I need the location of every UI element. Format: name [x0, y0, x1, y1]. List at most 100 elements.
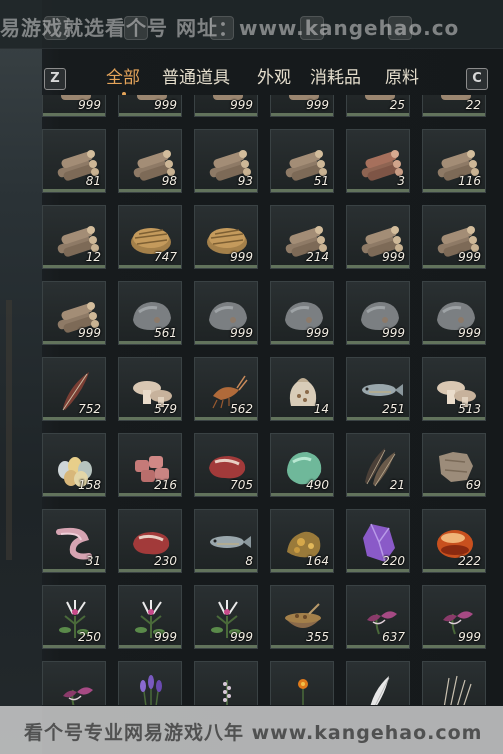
inventory-slot[interactable]: 490	[270, 433, 334, 497]
inventory-slot[interactable]: 216	[118, 433, 182, 497]
inventory-slot[interactable]: 220	[346, 509, 410, 573]
inventory-slot[interactable]: 999	[422, 281, 486, 345]
inventory-slot[interactable]: 22	[422, 95, 486, 117]
slot-quality-bar	[347, 645, 409, 648]
inventory-slot[interactable]: 999	[194, 95, 258, 117]
inventory-slot[interactable]: 8	[194, 509, 258, 573]
slot-quality-bar	[347, 341, 409, 344]
tab-consumables[interactable]: 消耗品	[310, 64, 361, 92]
inventory-slot[interactable]: 999	[42, 95, 106, 117]
slot-quality-bar	[271, 341, 333, 344]
inventory-slot[interactable]	[118, 661, 182, 705]
item-count: 116	[458, 174, 481, 188]
item-count: 230	[154, 554, 177, 568]
prev-tab-key[interactable]: Z	[44, 68, 66, 90]
inventory-slot[interactable]: 3	[346, 129, 410, 193]
slot-quality-bar	[43, 569, 105, 572]
slot-quality-bar	[271, 645, 333, 648]
item-count: 747	[154, 250, 177, 264]
inventory-slot[interactable]: 705	[194, 433, 258, 497]
inventory-slot[interactable]: 98	[118, 129, 182, 193]
inventory-slot[interactable]: 999	[422, 205, 486, 269]
inventory-slot[interactable]: 25	[346, 95, 410, 117]
slot-quality-bar	[195, 341, 257, 344]
tab-all[interactable]: 全部	[106, 64, 140, 92]
slot-quality-bar	[195, 569, 257, 572]
inventory-grid: 999 999 999 999 25 22 81 98 93 51 3 116 12 747 999 214 9…	[42, 95, 503, 705]
inventory-slot[interactable]: 14	[270, 357, 334, 421]
slot-quality-bar	[347, 493, 409, 496]
inventory-slot[interactable]: 251	[346, 357, 410, 421]
inventory-slot[interactable]: 999	[42, 281, 106, 345]
inventory-slot[interactable]: 999	[422, 585, 486, 649]
inventory-slot[interactable]: 999	[118, 95, 182, 117]
inventory-slot[interactable]: 250	[42, 585, 106, 649]
inventory-slot[interactable]: 21	[346, 433, 410, 497]
inventory-slot[interactable]: 222	[422, 509, 486, 573]
slot-quality-bar	[271, 417, 333, 420]
inventory-slot[interactable]	[194, 661, 258, 705]
item-count: 51	[313, 174, 329, 188]
lavender-icon	[140, 675, 162, 705]
slot-quality-bar	[43, 113, 105, 116]
inventory-slot[interactable]	[42, 661, 106, 705]
red-log-bundle-icon	[361, 150, 403, 181]
inventory-slot[interactable]: 999	[194, 281, 258, 345]
inventory-slot[interactable]: 637	[346, 585, 410, 649]
inventory-slot[interactable]: 513	[422, 357, 486, 421]
slot-quality-bar	[271, 493, 333, 496]
item-count: 164	[306, 554, 329, 568]
inventory-slot[interactable]: 214	[270, 205, 334, 269]
slot-quality-bar	[271, 569, 333, 572]
item-count: 8	[245, 554, 253, 568]
slot-quality-bar	[423, 189, 485, 192]
slot-quality-bar	[347, 569, 409, 572]
item-count: 999	[230, 250, 253, 264]
slot-quality-bar	[119, 113, 181, 116]
inventory-slot[interactable]: 116	[422, 129, 486, 193]
inventory-slot[interactable]: 51	[270, 129, 334, 193]
tab-appearance[interactable]: 外观	[257, 64, 291, 92]
inventory-slot[interactable]: 164	[270, 509, 334, 573]
item-count: 216	[154, 478, 177, 492]
inventory-slot[interactable]: 999	[270, 95, 334, 117]
inventory-slot[interactable]: 69	[422, 433, 486, 497]
inventory-slot[interactable]: 158	[42, 433, 106, 497]
inventory-slot[interactable]: 561	[118, 281, 182, 345]
inventory-slot[interactable]	[270, 661, 334, 705]
next-tab-key[interactable]: C	[466, 68, 488, 90]
item-count: 251	[382, 402, 405, 416]
inventory-slot[interactable]: 31	[42, 509, 106, 573]
inventory-slot[interactable]: 999	[270, 281, 334, 345]
item-count: 999	[382, 326, 405, 340]
inventory-slot[interactable]: 752	[42, 357, 106, 421]
inventory-slot[interactable]: 562	[194, 357, 258, 421]
inventory-slot[interactable]: 999	[346, 205, 410, 269]
item-count: 999	[458, 326, 481, 340]
item-count: 705	[230, 478, 253, 492]
slot-quality-bar	[423, 341, 485, 344]
slot-quality-bar	[119, 265, 181, 268]
item-count: 31	[85, 554, 101, 568]
inventory-slot[interactable]: 747	[118, 205, 182, 269]
tab-common-items[interactable]: 普通道具	[162, 64, 230, 92]
inventory-slot[interactable]: 230	[118, 509, 182, 573]
slot-quality-bar	[347, 417, 409, 420]
slot-quality-bar	[195, 265, 257, 268]
item-count: 3	[397, 174, 405, 188]
inventory-slot[interactable]: 355	[270, 585, 334, 649]
inventory-slot[interactable]: 12	[42, 205, 106, 269]
inventory-slot[interactable]: 999	[346, 281, 410, 345]
inventory-slot[interactable]	[422, 661, 486, 705]
inventory-slot[interactable]: 81	[42, 129, 106, 193]
inventory-slot[interactable]: 579	[118, 357, 182, 421]
inventory-slot[interactable]: 999	[194, 205, 258, 269]
inventory-slot[interactable]: 999	[118, 585, 182, 649]
inventory-slot[interactable]: 999	[194, 585, 258, 649]
item-count: 222	[458, 554, 481, 568]
tab-materials[interactable]: 原料	[385, 64, 419, 92]
inventory-slot[interactable]	[346, 661, 410, 705]
slot-quality-bar	[423, 265, 485, 268]
inventory-slot[interactable]: 93	[194, 129, 258, 193]
item-count: 999	[154, 630, 177, 644]
